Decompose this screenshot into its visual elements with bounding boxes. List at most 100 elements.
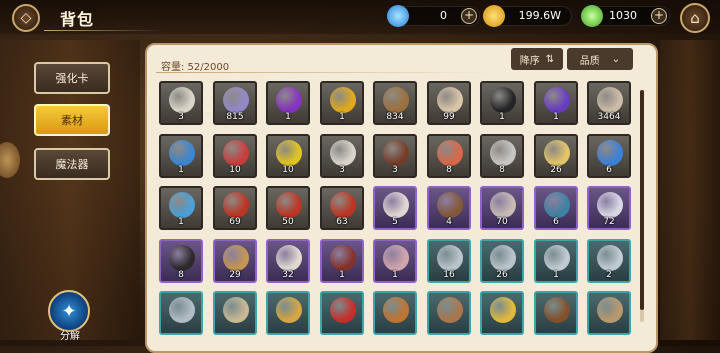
scrollbar-thumb[interactable] — [640, 90, 644, 310]
inventory-slot[interactable]: 3 — [159, 81, 203, 125]
home-button[interactable]: ⌂ — [680, 3, 710, 33]
inventory-slot[interactable]: 8 — [427, 134, 471, 178]
capacity-underline — [156, 72, 496, 73]
yellow-stars-icon — [276, 140, 302, 166]
item-count: 1 — [553, 270, 559, 280]
green-crystal-value: 1030 — [609, 9, 637, 22]
item-count: 10 — [229, 165, 241, 175]
inventory-slot[interactable]: 99 — [427, 81, 471, 125]
inventory-slot[interactable]: 815 — [213, 81, 257, 125]
inventory-slot[interactable]: 70 — [480, 186, 524, 230]
blue-stars-icon — [169, 140, 195, 166]
inventory-slot[interactable] — [427, 291, 471, 335]
inventory-slot[interactable] — [373, 291, 417, 335]
tab-magic-tools[interactable]: 魔法器 — [34, 148, 110, 180]
silver-staff-icon — [490, 245, 516, 271]
inventory-slot[interactable]: 26 — [534, 134, 578, 178]
inventory-slot[interactable]: 1 — [159, 134, 203, 178]
capacity-text: 容量: 52/2000 — [161, 62, 230, 73]
feather-icon — [169, 87, 195, 113]
inventory-slot[interactable]: 1 — [320, 239, 364, 283]
add-green-crystal-button[interactable]: + — [651, 8, 667, 24]
item-count: 10 — [282, 165, 294, 175]
inventory-slot[interactable]: 1 — [373, 239, 417, 283]
inventory-slot[interactable]: 6 — [534, 186, 578, 230]
item-count: 32 — [282, 270, 294, 280]
inventory-slot[interactable]: 32 — [266, 239, 310, 283]
item-count: 63 — [336, 217, 348, 227]
ink-bottle-icon — [490, 87, 516, 113]
inventory-slot[interactable]: 2 — [587, 239, 631, 283]
inventory-slot[interactable]: 3464 — [587, 81, 631, 125]
inventory-slot[interactable] — [587, 291, 631, 335]
cake-icon — [437, 140, 463, 166]
inventory-slot[interactable]: 69 — [213, 186, 257, 230]
inventory-slot[interactable] — [213, 291, 257, 335]
inventory-slot[interactable] — [534, 291, 578, 335]
inventory-slot[interactable]: 50 — [266, 186, 310, 230]
inventory-slot[interactable]: 10 — [213, 134, 257, 178]
item-count: 6 — [553, 217, 559, 227]
home-icon: ⌂ — [690, 9, 700, 27]
tab-enhance-card[interactable]: 强化卡 — [34, 62, 110, 94]
inventory-slot[interactable] — [480, 291, 524, 335]
purple-feather-icon — [276, 87, 302, 113]
pudding-icon — [544, 140, 570, 166]
inventory-slot[interactable]: 1 — [534, 239, 578, 283]
sort-order-button[interactable]: 降序 ⇅ — [511, 48, 563, 70]
item-count: 1 — [392, 270, 398, 280]
inventory-slot[interactable]: 5 — [373, 186, 417, 230]
inventory-slot[interactable]: 16 — [427, 239, 471, 283]
item-count: 8 — [446, 165, 452, 175]
wooden-club-icon — [437, 192, 463, 218]
inventory-slot[interactable] — [320, 291, 364, 335]
inventory-slot[interactable]: 6 — [587, 134, 631, 178]
inventory-slot[interactable]: 72 — [587, 186, 631, 230]
item-count: 29 — [229, 270, 241, 280]
cookie-icon — [544, 297, 570, 323]
back-arrow-icon: ◇ — [20, 10, 32, 26]
purple-crystal-icon — [544, 87, 570, 113]
flower-bouquet-icon — [276, 297, 302, 323]
chevron-down-icon: ⌄ — [611, 53, 621, 65]
potato-icon — [383, 87, 409, 113]
inventory-slot[interactable]: 834 — [373, 81, 417, 125]
inventory-slot[interactable]: 26 — [480, 239, 524, 283]
inventory-slot[interactable]: 1 — [159, 186, 203, 230]
inventory-slot[interactable]: 3 — [320, 134, 364, 178]
inventory-slot[interactable]: 1 — [266, 81, 310, 125]
inventory-slot[interactable] — [266, 291, 310, 335]
item-count: 26 — [496, 270, 508, 280]
inventory-slot[interactable]: 63 — [320, 186, 364, 230]
item-count: 834 — [386, 112, 404, 122]
back-button[interactable]: ◇ — [12, 4, 40, 32]
inventory-slot[interactable]: 8 — [159, 239, 203, 283]
item-count: 1 — [285, 112, 291, 122]
inventory-slot[interactable]: 8 — [480, 134, 524, 178]
item-count: 3 — [339, 165, 345, 175]
item-count: 70 — [496, 217, 508, 227]
inventory-slot[interactable]: 10 — [266, 134, 310, 178]
decompose-button[interactable]: ✦ — [48, 290, 90, 332]
item-count: 26 — [550, 165, 562, 175]
inventory-slot[interactable]: 4 — [427, 186, 471, 230]
slingshot-icon — [383, 140, 409, 166]
mushroom-icon — [437, 297, 463, 323]
inventory-slot[interactable]: 3 — [373, 134, 417, 178]
add-blue-gem-button[interactable]: + — [461, 8, 477, 24]
inventory-slot[interactable]: 1 — [480, 81, 524, 125]
quality-filter-dropdown[interactable]: 品质 ⌄ — [567, 48, 633, 70]
ribbon-icon — [597, 192, 623, 218]
green-crystal-icon — [581, 5, 603, 27]
item-count: 69 — [229, 217, 241, 227]
inventory-slot[interactable]: 29 — [213, 239, 257, 283]
inventory-slot[interactable]: 1 — [534, 81, 578, 125]
sandwich-icon — [223, 245, 249, 271]
item-count: 8 — [178, 270, 184, 280]
inventory-slot[interactable] — [159, 291, 203, 335]
inventory-slot[interactable]: 1 — [320, 81, 364, 125]
tab-materials[interactable]: 素材 — [34, 104, 110, 136]
letter-icon — [383, 245, 409, 271]
resource-gold-coin: 199.6W — [483, 5, 572, 27]
blue-gem-value: 0 — [440, 9, 447, 22]
